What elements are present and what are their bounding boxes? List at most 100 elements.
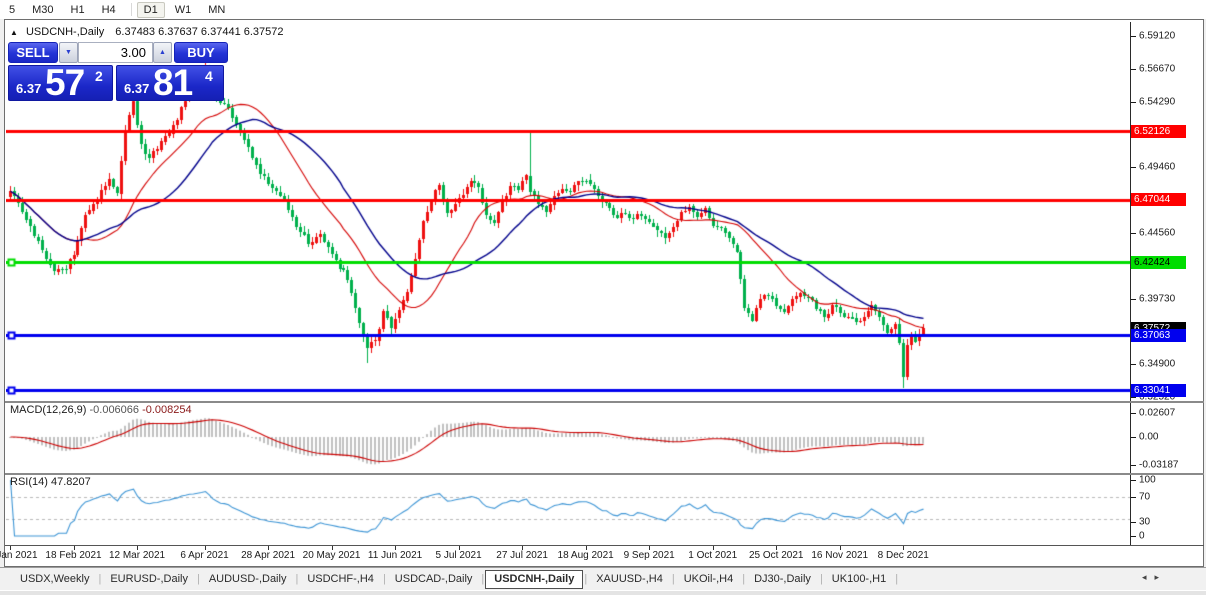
chart-tab-bar: USDX,Weekly | EURUSD-,Daily | AUDUSD-,Daily |… bbox=[0, 567, 1206, 590]
price-tick-dash bbox=[1131, 36, 1136, 37]
spinner-down-icon: ▼ bbox=[65, 49, 72, 56]
indicator-tick-dash bbox=[1131, 413, 1136, 414]
chart-header: ▲ USDCNH-,Daily 6.37483 6.37637 6.37441 … bbox=[10, 26, 284, 38]
buy-price-small: 6.37 bbox=[124, 81, 150, 96]
indicator-tick-dash bbox=[1131, 536, 1136, 537]
tab-separator: | bbox=[382, 573, 386, 585]
rsi-name: RSI(14) bbox=[10, 476, 48, 488]
tab-scroll-left-icon[interactable]: ◂ bbox=[1142, 572, 1155, 582]
volume-decrease-button[interactable]: ▼ bbox=[59, 42, 78, 63]
chart-tab-uk100-[interactable]: UK100-,H1 bbox=[824, 570, 894, 588]
date-label: 5 Jul 2021 bbox=[435, 550, 482, 561]
date-label: 6 Apr 2021 bbox=[180, 550, 229, 561]
level-price-chip: 6.42424 bbox=[1131, 255, 1186, 269]
tab-separator: | bbox=[742, 573, 746, 585]
level-price-chip: 6.47044 bbox=[1131, 192, 1186, 206]
date-label: 18 Feb 2021 bbox=[45, 550, 102, 561]
price-tick-label: 6.54290 bbox=[1139, 96, 1176, 108]
timeframe-button-h1[interactable]: H1 bbox=[64, 2, 92, 18]
price-tick-label: 6.49460 bbox=[1139, 161, 1176, 173]
indicator-tick-dash bbox=[1131, 437, 1136, 438]
tab-separator: | bbox=[481, 573, 485, 585]
price-tick-dash bbox=[1131, 233, 1136, 234]
price-tick-label: 6.39730 bbox=[1139, 293, 1176, 305]
spinner-up-icon: ▲ bbox=[159, 49, 166, 56]
buy-button[interactable]: BUY bbox=[174, 42, 228, 63]
date-label: 25 Oct 2021 bbox=[748, 550, 804, 561]
chart-tab-usdcnh-[interactable]: USDCNH-,Daily bbox=[485, 569, 584, 589]
indicator-tick-label: -0.03187 bbox=[1139, 459, 1179, 471]
timeframe-toolbar: 5 M30 H1 H4 D1 W1 MN bbox=[0, 0, 1206, 19]
indicator-tick-dash bbox=[1131, 522, 1136, 523]
indicator-tick-label: 100 bbox=[1139, 474, 1156, 486]
chart-tab-usdx[interactable]: USDX,Weekly bbox=[12, 570, 97, 588]
macd-name: MACD(12,26,9) bbox=[10, 404, 87, 416]
chart-ohlc-values: 6.37483 6.37637 6.37441 6.37572 bbox=[115, 26, 284, 38]
indicator-tick-label: 0.02607 bbox=[1139, 407, 1176, 419]
price-tick-dash bbox=[1131, 69, 1136, 70]
level-price-chip: 6.33041 bbox=[1131, 383, 1186, 397]
timeframe-button-d1[interactable]: D1 bbox=[136, 1, 165, 18]
volume-increase-button[interactable]: ▲ bbox=[153, 42, 172, 63]
tab-scroll-nav: ◂▸ bbox=[1142, 572, 1167, 583]
timeframe-button-h4[interactable]: H4 bbox=[95, 2, 123, 18]
tab-separator: | bbox=[819, 573, 823, 585]
price-tick-dash bbox=[1131, 299, 1136, 300]
timeframe-button-5[interactable]: 5 bbox=[2, 2, 22, 18]
price-axis-border bbox=[1130, 22, 1131, 545]
trade-panel-collapse-icon[interactable]: ▲ bbox=[10, 28, 18, 37]
macd-label: MACD(12,26,9) -0.006066 -0.008254 bbox=[10, 404, 192, 416]
date-label: 16 Nov 2021 bbox=[811, 550, 869, 561]
volume-input[interactable] bbox=[78, 42, 153, 63]
tab-scroll-right-icon[interactable]: ▸ bbox=[1155, 572, 1168, 582]
date-label: 20 May 2021 bbox=[302, 550, 361, 561]
price-tick-dash bbox=[1131, 397, 1136, 398]
indicator-tick-dash bbox=[1131, 497, 1136, 498]
date-label: 1 Oct 2021 bbox=[688, 550, 738, 561]
buy-price-box[interactable]: 6.37 81 4 bbox=[116, 62, 224, 103]
price-tick-label: 6.34900 bbox=[1139, 358, 1176, 370]
level-price-chip: 6.37063 bbox=[1131, 328, 1186, 342]
chart-symbol-label: USDCNH-,Daily bbox=[25, 26, 105, 38]
date-label: 18 Aug 2021 bbox=[557, 550, 614, 561]
rsi-value: 47.8207 bbox=[50, 476, 91, 488]
buy-price-big: 81 bbox=[153, 62, 193, 103]
rsi-panel-separator[interactable] bbox=[5, 473, 1204, 475]
tab-separator: | bbox=[584, 573, 588, 585]
sell-price-small: 6.37 bbox=[16, 81, 42, 96]
chart-tab-eurusd-[interactable]: EURUSD-,Daily bbox=[102, 570, 196, 588]
timeframe-button-m30[interactable]: M30 bbox=[25, 2, 60, 18]
chart-tab-usdchf-[interactable]: USDCHF-,H4 bbox=[299, 570, 382, 588]
date-label: 8 Dec 2021 bbox=[877, 550, 929, 561]
toolbar-separator bbox=[130, 3, 132, 16]
indicator-tick-label: 30 bbox=[1139, 516, 1151, 528]
timeframe-button-w1[interactable]: W1 bbox=[168, 2, 199, 18]
one-click-trading-panel: SELL ▼ ▲ BUY 6.37 57 2 6.37 81 4 bbox=[8, 42, 228, 103]
indicator-tick-label: 70 bbox=[1139, 491, 1151, 503]
tab-separator: | bbox=[671, 573, 675, 585]
chart-tab-ukoil-[interactable]: UKOil-,H4 bbox=[676, 570, 742, 588]
macd-panel-separator[interactable] bbox=[5, 401, 1204, 403]
price-tick-label: 6.56670 bbox=[1139, 63, 1176, 75]
sell-price-big: 57 bbox=[45, 62, 85, 103]
sell-button[interactable]: SELL bbox=[8, 42, 58, 63]
date-axis-separator bbox=[5, 545, 1204, 546]
sell-price-box[interactable]: 6.37 57 2 bbox=[8, 62, 113, 103]
date-label: 28 Apr 2021 bbox=[241, 550, 296, 561]
macd-value-signal: -0.008254 bbox=[142, 404, 192, 416]
level-price-chip: 6.52126 bbox=[1131, 124, 1186, 138]
macd-value-main: -0.006066 bbox=[89, 404, 140, 416]
date-label: 9 Sep 2021 bbox=[623, 550, 675, 561]
chart-tab-usdcad-[interactable]: USDCAD-,Daily bbox=[387, 570, 481, 588]
chart-tab-audusd-[interactable]: AUDUSD-,Daily bbox=[201, 570, 295, 588]
indicator-tick-dash bbox=[1131, 465, 1136, 466]
chart-tab-xauusd-[interactable]: XAUUSD-,H4 bbox=[588, 570, 671, 588]
indicator-tick-dash bbox=[1131, 480, 1136, 481]
tab-separator: | bbox=[295, 573, 299, 585]
timeframe-button-mn[interactable]: MN bbox=[201, 2, 232, 18]
tab-separator: | bbox=[98, 573, 102, 585]
tab-separator: | bbox=[895, 573, 899, 585]
chart-tab-dj30-[interactable]: DJ30-,Daily bbox=[746, 570, 819, 588]
price-tick-label: 6.59120 bbox=[1139, 30, 1176, 42]
date-label: 12 Mar 2021 bbox=[108, 550, 166, 561]
